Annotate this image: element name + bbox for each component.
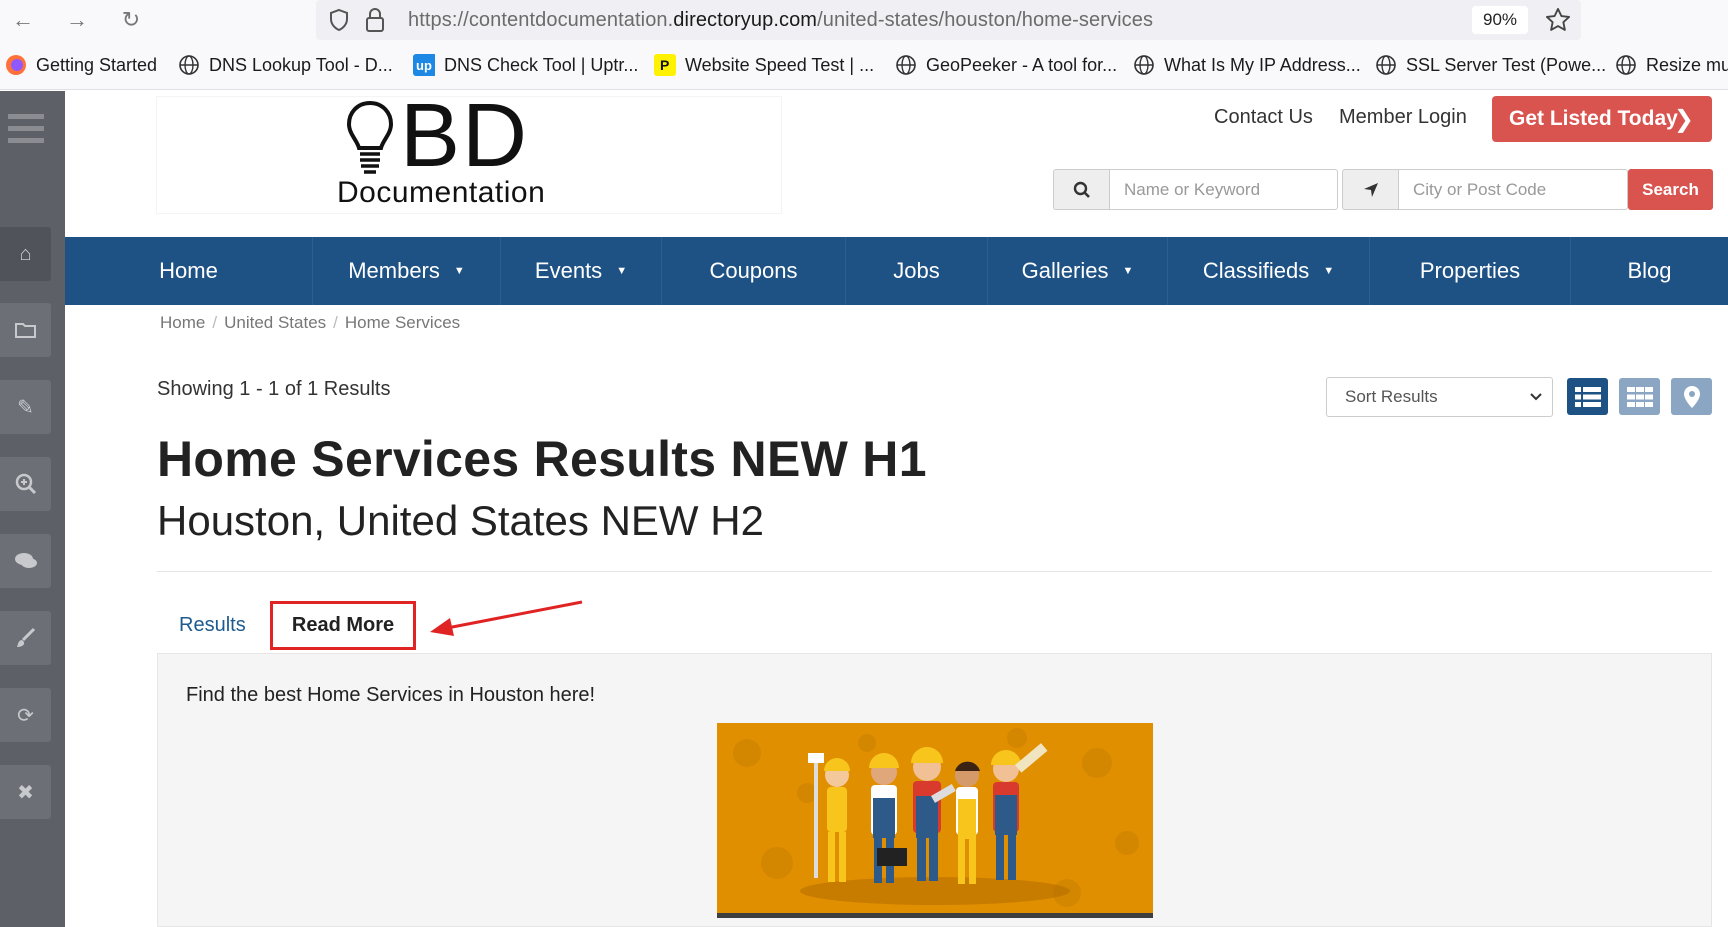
- refresh-icon[interactable]: ⟳: [0, 688, 51, 742]
- caret-down-icon: ▼: [616, 265, 628, 277]
- globe-icon: [1375, 54, 1397, 76]
- image-bottom-bar: [717, 913, 1153, 918]
- nav-jobs[interactable]: Jobs: [846, 237, 988, 305]
- url-text[interactable]: https://contentdocumentation.directoryup…: [408, 9, 1153, 32]
- bookmark-item[interactable]: DNS Lookup Tool - D...: [178, 54, 393, 76]
- caret-down-icon: ▼: [1323, 265, 1335, 277]
- close-icon[interactable]: ✖: [0, 765, 51, 819]
- bookmarks-bar: Getting Started DNS Lookup Tool - D... u…: [0, 40, 1728, 90]
- comments-icon[interactable]: [0, 534, 51, 588]
- menu-icon[interactable]: [0, 101, 51, 155]
- location-input[interactable]: City or Post Code: [1398, 169, 1628, 210]
- logo-word: Documentation: [337, 176, 546, 209]
- chevron-right-icon: ❯: [1673, 106, 1694, 133]
- get-listed-button[interactable]: Get Listed Today ❯: [1492, 96, 1712, 142]
- tab-read-more[interactable]: Read More: [270, 601, 416, 650]
- breadcrumb-country[interactable]: United States: [224, 313, 326, 332]
- panel-text: Find the best Home Services in Houston h…: [186, 684, 596, 706]
- bookmark-item[interactable]: GeoPeeker - A tool for...: [895, 54, 1117, 76]
- tab-results[interactable]: Results: [179, 614, 246, 637]
- bookmark-item[interactable]: up DNS Check Tool | Uptr...: [413, 54, 638, 76]
- nav-blog[interactable]: Blog: [1571, 237, 1728, 305]
- nav-home[interactable]: Home: [65, 237, 313, 305]
- star-icon[interactable]: [1544, 6, 1572, 39]
- main-nav: Home Members ▼ Events ▼ Coupons Jobs Galle…: [65, 237, 1728, 305]
- lightbulb-icon: [346, 100, 394, 174]
- svg-text:up: up: [416, 58, 432, 73]
- caret-down-icon: ▼: [453, 265, 465, 277]
- back-icon[interactable]: ←: [8, 6, 38, 34]
- breadcrumb: Home / United States / Home Services: [160, 313, 461, 332]
- forward-icon[interactable]: →: [62, 6, 92, 34]
- globe-icon: [178, 54, 200, 76]
- shield-icon[interactable]: [328, 8, 350, 37]
- nav-classifieds[interactable]: Classifieds ▼: [1168, 237, 1370, 305]
- reload-icon[interactable]: ↻: [116, 6, 146, 34]
- admin-sidebar: ⌂ ✎ ⟳ ✖: [0, 91, 65, 927]
- keyword-search-group: Name or Keyword: [1053, 169, 1338, 210]
- page-subtitle: Houston, United States NEW H2: [157, 497, 764, 544]
- divider: [157, 571, 1712, 572]
- location-arrow-icon[interactable]: [1342, 169, 1398, 210]
- globe-icon: [895, 54, 917, 76]
- folder-icon[interactable]: [0, 303, 51, 357]
- lock-icon[interactable]: [364, 7, 386, 38]
- location-search-group: City or Post Code: [1342, 169, 1628, 210]
- zoom-badge[interactable]: 90%: [1472, 6, 1528, 34]
- nav-galleries[interactable]: Galleries ▼: [988, 237, 1168, 305]
- svg-text:P: P: [660, 57, 669, 73]
- results-count: Showing 1 - 1 of 1 Results: [157, 378, 391, 400]
- list-view-icon[interactable]: [1567, 378, 1608, 415]
- bookmark-item[interactable]: Resize mu: [1615, 54, 1728, 76]
- grid-view-icon[interactable]: [1619, 378, 1660, 415]
- read-more-panel: Find the best Home Services in Houston h…: [157, 653, 1712, 927]
- nav-properties[interactable]: Properties: [1370, 237, 1571, 305]
- bookmark-item[interactable]: What Is My IP Address...: [1133, 54, 1361, 76]
- firefox-icon: [5, 54, 27, 76]
- pencil-icon[interactable]: ✎: [0, 380, 51, 434]
- bookmark-item[interactable]: Getting Started: [5, 54, 157, 76]
- nav-coupons[interactable]: Coupons: [662, 237, 846, 305]
- bookmark-item[interactable]: SSL Server Test (Powe...: [1375, 54, 1606, 76]
- nav-members[interactable]: Members ▼: [313, 237, 501, 305]
- search-button[interactable]: Search: [1628, 169, 1713, 210]
- caret-down-icon: ▼: [1122, 265, 1134, 277]
- nav-events[interactable]: Events ▼: [501, 237, 662, 305]
- browser-toolbar: ← → ↻ https://contentdocumentation.direc…: [0, 0, 1728, 40]
- logo-letters: BD: [400, 86, 530, 186]
- home-services-image: [717, 723, 1153, 916]
- contact-us-link[interactable]: Contact Us: [1214, 106, 1313, 129]
- address-bar[interactable]: https://contentdocumentation.directoryup…: [316, 0, 1581, 40]
- breadcrumb-current: Home Services: [344, 313, 461, 332]
- brush-icon[interactable]: [0, 611, 51, 665]
- page-title: Home Services Results NEW H1: [157, 431, 927, 487]
- keyword-input[interactable]: Name or Keyword: [1109, 169, 1338, 210]
- chevron-down-icon: [1529, 388, 1543, 408]
- sort-select[interactable]: Sort Results: [1326, 377, 1553, 417]
- map-marker-icon[interactable]: [1671, 378, 1712, 415]
- zoom-in-icon[interactable]: [0, 457, 51, 511]
- globe-icon: [1133, 54, 1155, 76]
- home-icon[interactable]: ⌂: [0, 227, 51, 281]
- bookmark-item[interactable]: P Website Speed Test | ...: [654, 54, 874, 76]
- annotation-arrow: [430, 600, 583, 636]
- pingdom-icon: P: [654, 54, 676, 76]
- uptrends-icon: up: [413, 54, 435, 76]
- globe-icon: [1615, 54, 1637, 76]
- search-icon: [1053, 169, 1109, 210]
- breadcrumb-home[interactable]: Home: [160, 313, 205, 332]
- member-login-link[interactable]: Member Login: [1339, 106, 1467, 129]
